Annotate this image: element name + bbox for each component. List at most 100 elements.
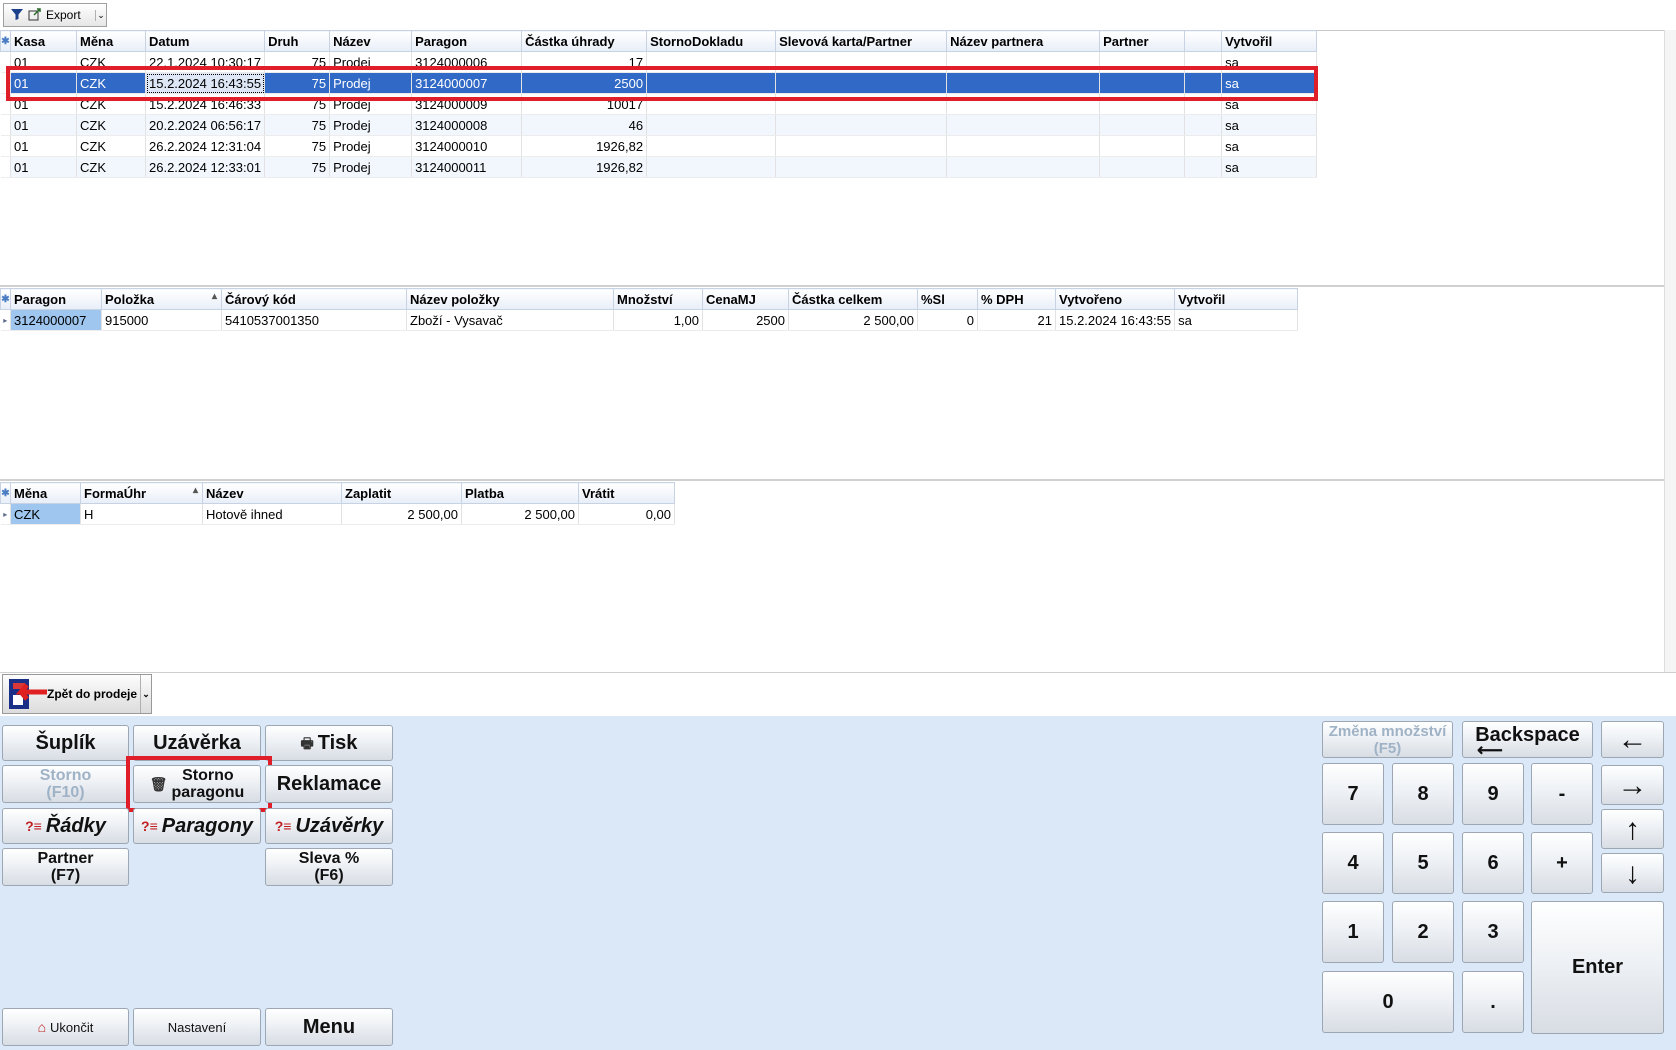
- receipts-cell[interactable]: CZK: [76, 135, 146, 157]
- receipts-cell[interactable]: sa: [1221, 114, 1318, 136]
- receipts-cell[interactable]: [1184, 114, 1223, 136]
- receipts-cell[interactable]: 01: [10, 114, 77, 136]
- receipts-cell[interactable]: 3124000011: [411, 156, 523, 178]
- table-row[interactable]: ▸ 3124000007 915000 5410537001350 Zboží - Vy…: [0, 309, 1305, 331]
- table-row[interactable]: 01 CZK 26.2.2024 12:31:04 75 Prodej 312400001…: [0, 135, 1324, 157]
- items-cell[interactable]: 0: [917, 309, 978, 331]
- receipts-header-10[interactable]: Partner: [1099, 30, 1186, 52]
- receipts-cell[interactable]: [946, 156, 1101, 178]
- items-header-6[interactable]: Částka celkem: [788, 288, 918, 310]
- key-1[interactable]: 1: [1322, 901, 1384, 963]
- items-cell[interactable]: 2500: [702, 309, 789, 331]
- receipts-cell[interactable]: [775, 156, 948, 178]
- payments-header-0[interactable]: Měna: [10, 482, 81, 504]
- receipts-cell[interactable]: [775, 114, 948, 136]
- receipts-cell[interactable]: Prodej: [329, 114, 413, 136]
- items-header-4[interactable]: Množství: [613, 288, 703, 310]
- receipts-cell[interactable]: 3124000010: [411, 135, 523, 157]
- receipts-header-12[interactable]: Vytvořil: [1221, 30, 1318, 52]
- receipts-cell[interactable]: CZK: [76, 114, 146, 136]
- nastaveni-button[interactable]: Nastavení: [133, 1008, 261, 1046]
- key-minus[interactable]: -: [1531, 763, 1593, 825]
- receipts-cell[interactable]: 75: [264, 135, 331, 157]
- suplik-button[interactable]: Šuplík: [2, 725, 129, 761]
- receipts-header-11[interactable]: [1184, 30, 1223, 52]
- receipts-cell[interactable]: Prodej: [329, 135, 413, 157]
- row-indicator[interactable]: [0, 114, 11, 136]
- items-cell[interactable]: 1,00: [613, 309, 703, 331]
- receipts-cell[interactable]: [646, 114, 777, 136]
- items-cell[interactable]: 5410537001350: [221, 309, 407, 331]
- table-row[interactable]: ▸ CZK H Hotově ihned 2 500,00 2 500,00 0,00: [0, 503, 681, 525]
- receipts-cell[interactable]: 46: [521, 114, 648, 136]
- receipts-header-6[interactable]: Částka úhrady: [521, 30, 648, 52]
- chevron-down-icon[interactable]: ⌄: [95, 9, 106, 21]
- receipts-cell[interactable]: [1184, 135, 1223, 157]
- items-header-0[interactable]: Paragon: [10, 288, 102, 310]
- payments-cell[interactable]: 0,00: [578, 503, 675, 525]
- ukoncit-button[interactable]: ⌂ Ukončit: [2, 1008, 129, 1046]
- payments-header-5[interactable]: Vrátit: [578, 482, 675, 504]
- receipts-header-2[interactable]: Datum: [144, 30, 266, 52]
- receipts-cell[interactable]: [1099, 135, 1186, 157]
- items-header-9[interactable]: Vytvořeno: [1054, 288, 1176, 310]
- receipts-cell[interactable]: [646, 135, 777, 157]
- chevron-down-icon[interactable]: ⌄: [140, 675, 151, 713]
- items-header-7[interactable]: %Sl: [917, 288, 978, 310]
- key-6[interactable]: 6: [1462, 832, 1524, 894]
- receipts-cell[interactable]: 26.2.2024 12:33:01: [145, 156, 266, 178]
- receipts-cell[interactable]: [1099, 156, 1186, 178]
- receipts-cell[interactable]: [646, 156, 777, 178]
- key-9[interactable]: 9: [1462, 763, 1524, 825]
- uzaverky-button[interactable]: ?≡ Uzávěrky: [265, 808, 393, 844]
- payments-header-2[interactable]: Název: [202, 482, 342, 504]
- row-indicator[interactable]: ▸: [0, 309, 11, 331]
- items-header-1[interactable]: Položka ▴: [101, 288, 222, 310]
- tisk-button[interactable]: 🖶 Tisk: [265, 725, 393, 761]
- payments-cell[interactable]: CZK: [10, 503, 81, 525]
- backspace-button[interactable]: Backspace ⟵: [1462, 721, 1593, 759]
- arrow-down-button[interactable]: ↓: [1601, 853, 1664, 893]
- items-header-3[interactable]: Název položky: [406, 288, 614, 310]
- items-header-5[interactable]: CenaMJ: [702, 288, 789, 310]
- receipts-header-5[interactable]: Paragon: [411, 30, 523, 52]
- table-row[interactable]: 01 CZK 26.2.2024 12:33:01 75 Prodej 312400001…: [0, 156, 1324, 178]
- radky-button[interactable]: ?≡ Řádky: [2, 808, 129, 844]
- partner-button[interactable]: Partner (F7): [2, 848, 129, 886]
- receipts-header-1[interactable]: Měna: [76, 30, 146, 52]
- items-cell[interactable]: 15.2.2024 16:43:55: [1055, 309, 1176, 331]
- items-header-8[interactable]: % DPH: [977, 288, 1056, 310]
- arrow-right-button[interactable]: →: [1601, 765, 1664, 805]
- enter-button[interactable]: Enter: [1531, 901, 1664, 1034]
- receipts-cell[interactable]: sa: [1221, 135, 1318, 157]
- receipts-header-9[interactable]: Název partnera: [946, 30, 1101, 52]
- receipts-cell[interactable]: 3124000008: [411, 114, 523, 136]
- key-4[interactable]: 4: [1322, 832, 1384, 894]
- receipts-cell[interactable]: 26.2.2024 12:31:04: [145, 135, 266, 157]
- items-cell[interactable]: sa: [1174, 309, 1299, 331]
- key-3[interactable]: 3: [1462, 901, 1524, 963]
- payments-header-3[interactable]: Zaplatit: [341, 482, 462, 504]
- back-to-sale-button[interactable]: Zpět do prodeje ⌄: [2, 674, 152, 714]
- arrow-left-button[interactable]: ←: [1601, 721, 1664, 758]
- key-0[interactable]: 0: [1322, 971, 1454, 1033]
- key-dot[interactable]: .: [1462, 971, 1524, 1033]
- export-button[interactable]: Export ⌄: [3, 3, 107, 27]
- receipts-cell[interactable]: CZK: [76, 156, 146, 178]
- sleva-button[interactable]: Sleva % (F6): [265, 848, 393, 886]
- row-indicator[interactable]: ▸: [0, 503, 11, 525]
- key-8[interactable]: 8: [1392, 763, 1454, 825]
- key-5[interactable]: 5: [1392, 832, 1454, 894]
- row-indicator[interactable]: [0, 135, 11, 157]
- items-cell[interactable]: 2 500,00: [788, 309, 918, 331]
- receipts-header-4[interactable]: Název: [329, 30, 413, 52]
- zmena-mnozstvi-button[interactable]: Změna množství (F5): [1322, 721, 1453, 758]
- receipts-cell[interactable]: 01: [10, 156, 77, 178]
- table-row[interactable]: 01 CZK 20.2.2024 06:56:17 75 Prodej 312400000…: [0, 114, 1324, 136]
- receipts-header-3[interactable]: Druh: [264, 30, 331, 52]
- items-cell[interactable]: 915000: [101, 309, 222, 331]
- items-cell[interactable]: 3124000007: [10, 309, 102, 331]
- key-plus[interactable]: +: [1531, 832, 1593, 894]
- receipts-cell[interactable]: [1184, 156, 1223, 178]
- receipts-header-8[interactable]: Slevová karta/Partner: [775, 30, 948, 52]
